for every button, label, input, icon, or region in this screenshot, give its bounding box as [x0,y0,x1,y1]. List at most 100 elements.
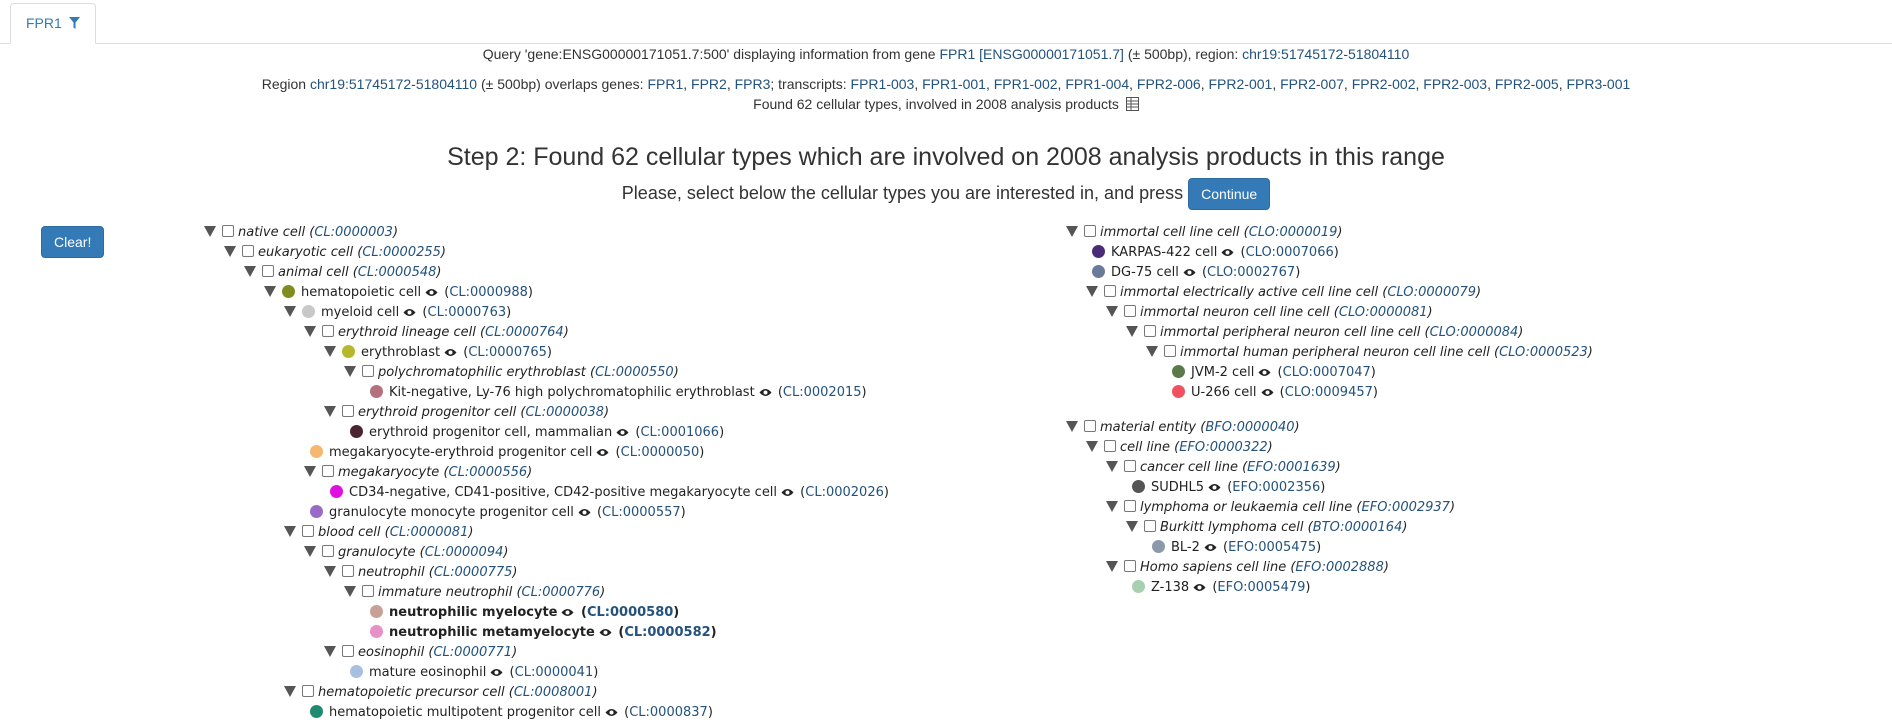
select-checkbox[interactable] [1124,560,1136,572]
ontology-id-link[interactable]: CL:0001066 [640,425,719,440]
eye-icon[interactable] [1204,539,1217,559]
color-swatch-icon[interactable] [350,665,363,678]
expand-toggle-icon[interactable] [1106,501,1118,512]
eye-icon[interactable] [605,704,618,724]
transcript-link[interactable]: FPR3-001 [1566,76,1630,92]
eye-icon[interactable] [616,424,629,444]
color-swatch-icon[interactable] [370,385,383,398]
ontology-id-link[interactable]: CLO:0007066 [1246,245,1334,260]
ontology-id-link[interactable]: CL:0000837 [629,705,708,720]
ontology-id-link[interactable]: CL:0000556 [449,465,528,480]
eye-icon[interactable] [599,624,612,644]
ontology-id-link[interactable]: CL:0000765 [468,345,547,360]
expand-toggle-icon[interactable] [1126,521,1138,532]
ontology-id-link[interactable]: CL:0000548 [358,265,437,280]
expand-toggle-icon[interactable] [324,646,336,657]
color-swatch-icon[interactable] [330,485,343,498]
ontology-id-link[interactable]: CL:0000580 [587,605,673,620]
ontology-id-link[interactable]: CL:0002026 [805,485,884,500]
select-checkbox[interactable] [1084,420,1096,432]
gene-link[interactable]: FPR3 [735,76,771,92]
eye-icon[interactable] [578,504,591,524]
expand-toggle-icon[interactable] [1086,441,1098,452]
expand-toggle-icon[interactable] [304,466,316,477]
select-checkbox[interactable] [342,405,354,417]
ontology-id-link[interactable]: EFO:0002937 [1362,500,1450,515]
expand-toggle-icon[interactable] [264,286,276,297]
transcript-link[interactable]: FPR1-003 [851,76,915,92]
eye-icon[interactable] [781,484,794,504]
eye-icon[interactable] [1183,264,1196,284]
expand-toggle-icon[interactable] [284,306,296,317]
expand-toggle-icon[interactable] [324,346,336,357]
ontology-id-link[interactable]: CL:0000775 [434,565,513,580]
ontology-id-link[interactable]: CLO:0007047 [1283,365,1371,380]
eye-icon[interactable] [1208,479,1221,499]
transcript-link[interactable]: FPR2-005 [1495,76,1559,92]
color-swatch-icon[interactable] [1172,385,1185,398]
ontology-id-link[interactable]: CL:0000557 [602,505,681,520]
ontology-id-link[interactable]: EFO:0002888 [1295,560,1383,575]
ontology-id-link[interactable]: BTO:0000164 [1313,520,1403,535]
select-checkbox[interactable] [1104,440,1116,452]
expand-toggle-icon[interactable] [244,266,256,277]
select-checkbox[interactable] [1124,305,1136,317]
select-checkbox[interactable] [242,245,254,257]
color-swatch-icon[interactable] [282,285,295,298]
transcript-link[interactable]: FPR1-004 [1065,76,1129,92]
color-swatch-icon[interactable] [1172,365,1185,378]
select-checkbox[interactable] [1104,285,1116,297]
transcript-link[interactable]: FPR2-001 [1209,76,1273,92]
expand-toggle-icon[interactable] [1126,326,1138,337]
select-checkbox[interactable] [342,645,354,657]
region-link[interactable]: chr19:51745172-51804110 [1242,46,1409,62]
ontology-id-link[interactable]: CLO:0000523 [1499,345,1588,360]
color-swatch-icon[interactable] [350,425,363,438]
ontology-id-link[interactable]: CL:0002015 [783,385,862,400]
eye-icon[interactable] [444,344,457,364]
expand-toggle-icon[interactable] [1086,286,1098,297]
ontology-id-link[interactable]: CL:0000050 [621,445,700,460]
eye-icon[interactable] [1258,364,1271,384]
select-checkbox[interactable] [1144,325,1156,337]
expand-toggle-icon[interactable] [1106,561,1118,572]
expand-toggle-icon[interactable] [1106,461,1118,472]
select-checkbox[interactable] [302,525,314,537]
expand-toggle-icon[interactable] [224,246,236,257]
select-checkbox[interactable] [262,265,274,277]
expand-toggle-icon[interactable] [1146,346,1158,357]
select-checkbox[interactable] [302,685,314,697]
transcript-link[interactable]: FPR1-002 [994,76,1058,92]
ontology-id-link[interactable]: CL:0000771 [433,645,512,660]
ontology-id-link[interactable]: EFO:0005479 [1217,580,1305,595]
continue-button[interactable]: Continue [1188,178,1271,210]
select-checkbox[interactable] [1164,345,1176,357]
ontology-id-link[interactable]: CL:0000776 [522,585,601,600]
transcript-link[interactable]: FPR2-007 [1280,76,1344,92]
ontology-id-link[interactable]: CL:0000763 [428,305,507,320]
eye-icon[interactable] [425,284,438,304]
ontology-id-link[interactable]: EFO:0002356 [1232,480,1320,495]
select-checkbox[interactable] [362,585,374,597]
ontology-id-link[interactable]: CL:0000988 [449,285,528,300]
expand-toggle-icon[interactable] [304,546,316,557]
ontology-id-link[interactable]: CL:0000582 [624,625,710,640]
color-swatch-icon[interactable] [310,445,323,458]
transcript-link[interactable]: FPR2-003 [1423,76,1487,92]
transcript-link[interactable]: FPR2-002 [1352,76,1416,92]
eye-icon[interactable] [561,604,574,624]
eye-icon[interactable] [490,664,503,684]
eye-icon[interactable] [1221,244,1234,264]
ontology-id-link[interactable]: CL:0000038 [525,405,604,420]
eye-icon[interactable] [403,304,416,324]
gene-link[interactable]: FPR1 [ENSG00000171051.7] [939,46,1123,62]
ontology-id-link[interactable]: EFO:0000322 [1179,440,1267,455]
ontology-id-link[interactable]: CL:0000003 [314,225,393,240]
ontology-id-link[interactable]: CLO:0000084 [1430,325,1519,340]
ontology-id-link[interactable]: CL:0000094 [425,545,504,560]
select-checkbox[interactable] [1144,520,1156,532]
eye-icon[interactable] [596,444,609,464]
region-link-2[interactable]: chr19:51745172-51804110 [310,76,477,92]
select-checkbox[interactable] [342,565,354,577]
select-checkbox[interactable] [322,465,334,477]
